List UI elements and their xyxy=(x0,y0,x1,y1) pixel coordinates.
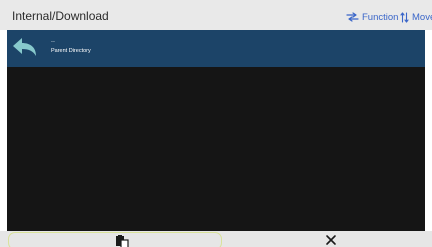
function-label: Function xyxy=(362,11,399,23)
move-arrows-icon xyxy=(400,11,409,23)
paste-icon xyxy=(116,235,129,247)
file-list: .. Parent Directory xyxy=(7,30,425,231)
swap-arrows-icon xyxy=(346,12,359,22)
close-icon[interactable] xyxy=(322,232,340,247)
parent-dots: .. xyxy=(51,37,55,44)
top-bar: Internal/Download Function Move xyxy=(0,0,432,30)
move-button[interactable]: Move xyxy=(400,10,432,24)
list-item-parent-directory[interactable]: .. Parent Directory xyxy=(7,30,425,67)
paste-button[interactable] xyxy=(8,232,222,247)
function-button[interactable]: Function xyxy=(346,10,398,24)
current-path-title: Internal/Download xyxy=(12,9,109,23)
move-label: Move xyxy=(412,11,432,23)
parent-directory-label: Parent Directory xyxy=(51,48,91,54)
bottom-bar xyxy=(0,231,432,247)
screen: Internal/Download Function Move .. Paren… xyxy=(0,0,432,247)
back-arrow-icon xyxy=(13,38,36,56)
